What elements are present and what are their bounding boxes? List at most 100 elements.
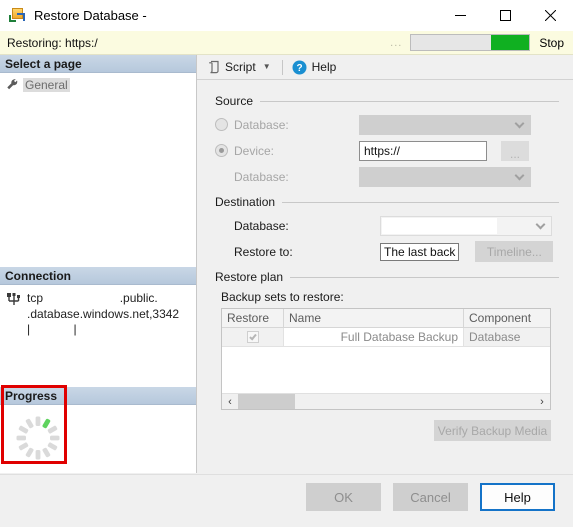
column-header-name[interactable]: Name <box>284 309 464 327</box>
restore-plan-group-title: Restore plan <box>215 270 284 284</box>
destination-group: Destination Database: Restore to: The la… <box>215 195 559 262</box>
destination-group-rule <box>282 201 559 203</box>
sidebar-item-general-label: General <box>23 77 70 92</box>
chevron-down-icon <box>514 170 525 180</box>
form-area: Source Database: Device: https:// ... Da… <box>197 80 573 473</box>
restore-progress-bar <box>410 34 531 51</box>
page-list: General <box>0 73 196 93</box>
restoring-status-text: Restoring: https:/ <box>7 35 98 50</box>
connection-header: Connection <box>0 267 196 285</box>
left-pane: Select a page General Connection tcp .pu… <box>0 55 197 473</box>
progress-title: Progress <box>5 388 58 403</box>
restore-progress-fill <box>491 35 530 50</box>
window-controls <box>438 0 573 31</box>
restore-database-icon <box>9 7 27 25</box>
scroll-left-arrow-icon[interactable]: ‹ <box>222 394 238 409</box>
close-button[interactable] <box>528 0 573 31</box>
source-database-radio[interactable] <box>215 118 228 131</box>
table-empty-area <box>222 347 550 393</box>
progress-section: Progress <box>0 387 196 469</box>
cancel-button[interactable]: Cancel <box>393 483 468 511</box>
column-header-component[interactable]: Component <box>464 309 550 327</box>
redacted-value <box>382 217 497 234</box>
destination-restore-to-row: Restore to: The last back Timeline... <box>215 241 559 262</box>
destination-database-label: Database: <box>234 218 289 233</box>
source-group-rule <box>260 100 559 102</box>
table-row[interactable]: Full Database Backup Database <box>222 328 550 347</box>
restore-plan-group: Restore plan Backup sets to restore: Res… <box>215 270 559 441</box>
source-database-combo[interactable] <box>359 114 531 135</box>
script-label: Script <box>225 60 256 74</box>
scroll-thumb[interactable] <box>238 394 295 409</box>
sidebar-item-general[interactable]: General <box>0 76 196 93</box>
connection-line-1: tcp .public. <box>27 291 158 305</box>
connection-section: Connection tcp .public. .database.window… <box>0 267 196 405</box>
server-connection-icon <box>6 292 23 307</box>
connection-title: Connection <box>5 268 71 283</box>
connection-body: tcp .public. .database.windows.net,3342 … <box>0 285 196 405</box>
connection-line-2: .database.windows.net,3342 <box>27 307 180 321</box>
chevron-down-icon <box>535 219 546 229</box>
progress-header: Progress <box>0 387 196 405</box>
scroll-right-arrow-icon[interactable]: › <box>534 394 550 409</box>
loading-spinner-icon <box>16 416 60 460</box>
status-overflow-dots: ... <box>390 36 403 49</box>
script-icon <box>207 60 221 74</box>
help-question-icon: ? <box>292 60 307 75</box>
dialog-footer: OK Cancel Help <box>0 474 573 527</box>
svg-text:?: ? <box>296 63 302 74</box>
right-pane: Script ▼ ? Help Source Database: Device:… <box>197 55 573 473</box>
verify-backup-media-button[interactable]: Verify Backup Media <box>434 420 551 441</box>
source-device-label: Device: <box>234 143 275 158</box>
source-device-input[interactable]: https:// <box>359 140 487 161</box>
table-header-row: Restore Name Component <box>222 309 550 328</box>
cell-component: Database <box>464 328 550 346</box>
source-database2-label: Database: <box>234 169 289 184</box>
wrench-icon <box>6 78 19 91</box>
restoring-status-bar: Restoring: https:/ ... Stop <box>0 31 573 55</box>
progress-spinner-area <box>0 405 196 469</box>
timeline-button[interactable]: Timeline... <box>475 241 554 262</box>
cell-restore-checkbox[interactable] <box>222 328 284 346</box>
source-database2-combo[interactable] <box>359 166 531 187</box>
source-group-title: Source <box>215 94 254 108</box>
backup-sets-table: Restore Name Component Full Database Bac… <box>221 308 551 410</box>
footer-buttons: OK Cancel Help <box>294 483 555 511</box>
source-device-radio[interactable] <box>215 144 228 157</box>
connection-line-3: | | <box>27 322 77 336</box>
source-device-browse-button[interactable]: ... <box>501 140 529 161</box>
table-horizontal-scrollbar[interactable]: ‹ › <box>222 393 550 409</box>
toolbar-separator <box>281 59 283 75</box>
chevron-down-icon <box>514 118 525 128</box>
title-bar: Restore Database - <box>0 0 573 31</box>
verify-row: Verify Backup Media <box>221 420 551 441</box>
restore-database-dialog: Restore Database - Restoring: https:/ ..… <box>0 0 573 527</box>
source-device-row: Device: https:// ... <box>215 140 559 161</box>
stop-button[interactable]: Stop <box>539 36 564 50</box>
destination-database-row: Database: <box>215 215 559 236</box>
help-toolbar-label: Help <box>311 60 337 74</box>
dialog-body: Select a page General Connection tcp .pu… <box>0 55 573 473</box>
script-button[interactable]: Script ▼ <box>203 57 277 78</box>
ok-button[interactable]: OK <box>306 483 381 511</box>
column-header-restore[interactable]: Restore <box>222 309 284 327</box>
destination-group-title: Destination <box>215 195 276 209</box>
select-a-page-title: Select a page <box>5 56 82 71</box>
source-database-row: Database: <box>215 114 559 135</box>
help-button[interactable]: ? Help <box>288 57 341 78</box>
chevron-down-icon[interactable]: ▼ <box>263 63 271 71</box>
cell-name: Full Database Backup <box>284 328 464 346</box>
scroll-track[interactable] <box>238 394 534 409</box>
source-group: Source Database: Device: https:// ... Da… <box>215 94 559 187</box>
window-title: Restore Database - <box>34 8 147 23</box>
dialog-toolbar: Script ▼ ? Help <box>197 55 573 80</box>
restore-checkbox[interactable] <box>246 331 259 343</box>
destination-restore-to-label: Restore to: <box>234 244 293 259</box>
destination-restore-to-value: The last back <box>380 242 460 261</box>
destination-database-combo[interactable] <box>380 215 552 236</box>
backup-sets-label: Backup sets to restore: <box>221 290 344 304</box>
select-a-page-header: Select a page <box>0 55 196 73</box>
maximize-button[interactable] <box>483 0 528 31</box>
minimize-button[interactable] <box>438 0 483 31</box>
help-button-footer[interactable]: Help <box>480 483 555 511</box>
